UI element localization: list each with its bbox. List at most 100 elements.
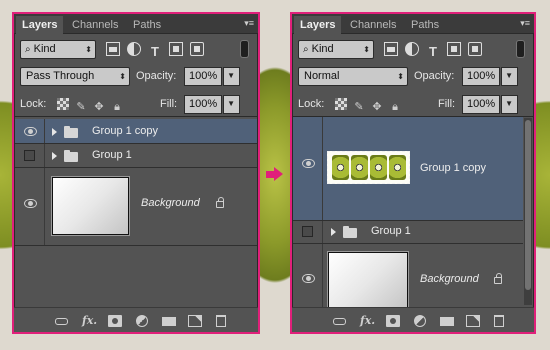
layer-name[interactable]: Background [141,197,200,209]
tab-paths[interactable]: Paths [127,16,167,34]
smart-object-filter-icon[interactable] [468,42,482,56]
filter-icons: T [384,40,489,59]
kind-filter-label: Kind [33,43,56,55]
adjustment-layer-icon[interactable] [414,315,426,327]
layer-name[interactable]: Background [420,273,479,285]
lock-position-icon[interactable]: ✥ [93,101,105,113]
tab-layers[interactable]: Layers [294,16,342,34]
adjustment-filter-icon[interactable] [405,42,419,56]
visibility-column [15,119,45,143]
type-filter-icon[interactable]: T [148,45,162,59]
trash-icon[interactable] [216,315,226,327]
chevron-down-icon: ▼ [227,71,235,80]
lock-all-icon[interactable]: 🔒︎ [111,101,123,113]
fill-label: Fill: [160,98,178,110]
trash-icon[interactable] [494,315,504,327]
text-layer-thumbnail [327,151,410,184]
fx-icon[interactable]: fx. [82,315,97,327]
layers-scrollbar[interactable] [524,118,532,305]
pixel-layer-filter-icon[interactable] [384,42,398,56]
layer-mask-icon[interactable] [386,315,400,327]
type-filter-icon[interactable]: T [426,45,440,59]
panel-menu-icon[interactable]: ▾≡ [514,17,530,29]
layers-panel-after: Layers Channels Paths ▾≡ ⌕ Kind ⬍ T Normal… [290,12,536,334]
expand-arrow-icon[interactable] [52,128,57,136]
lock-position-icon[interactable]: ✥ [371,101,383,113]
tab-paths[interactable]: Paths [405,16,445,34]
opacity-dropdown[interactable]: ▼ [501,67,518,86]
tab-layers[interactable]: Layers [16,16,64,34]
filter-row: ⌕ Kind ⬍ T [14,36,258,64]
eye-icon[interactable] [24,199,37,208]
lock-image-icon[interactable]: ✎ [75,101,87,113]
blend-mode-select[interactable]: Pass Through ⬍ [20,67,130,86]
lock-all-icon[interactable]: 🔒︎ [389,101,401,113]
visibility-off-box[interactable] [302,226,313,237]
shape-filter-icon[interactable] [447,42,461,56]
fill-input[interactable]: 100% [462,95,500,114]
chevron-down-icon: ▼ [505,99,513,108]
kind-filter-select[interactable]: ⌕ Kind ⬍ [20,40,96,59]
panel-bottom-bar: fx. [14,307,258,332]
fill-dropdown[interactable]: ▼ [501,95,518,114]
scrollbar-thumb[interactable] [525,120,531,290]
opacity-input[interactable]: 100% [462,67,500,86]
tab-channels[interactable]: Channels [344,16,402,34]
fill-dropdown[interactable]: ▼ [223,95,240,114]
layer-row-group-1-copy[interactable]: Group 1 copy [15,119,257,144]
eye-icon[interactable] [302,274,315,283]
layer-row-background[interactable]: Background [293,244,523,314]
lock-icons: ✎ ✥ 🔒︎ [57,98,129,113]
fx-icon[interactable]: fx. [360,315,375,327]
blend-mode-select[interactable]: Normal ⬍ [298,67,408,86]
layer-name[interactable]: Group 1 copy [420,162,486,174]
layer-row-background[interactable]: Background [15,168,257,246]
link-layers-icon[interactable] [332,315,346,327]
filter-toggle[interactable] [517,41,524,57]
panel-menu-icon[interactable]: ▾≡ [238,17,254,29]
shape-filter-icon[interactable] [169,42,183,56]
new-layer-icon[interactable] [188,315,202,327]
adjustment-filter-icon[interactable] [127,42,141,56]
visibility-off-box[interactable] [24,150,35,161]
group-folder-icon[interactable] [440,317,454,326]
group-folder-icon[interactable] [162,317,176,326]
layer-thumbnail [328,252,408,310]
layer-row-group-1[interactable]: Group 1 [293,221,523,244]
new-layer-icon[interactable] [466,315,480,327]
opacity-dropdown[interactable]: ▼ [223,67,240,86]
kind-filter-select[interactable]: ⌕ Kind ⬍ [298,40,374,59]
updown-icon: ⬍ [363,45,370,54]
visibility-column [15,144,45,167]
fill-input[interactable]: 100% [184,95,222,114]
expand-arrow-icon[interactable] [52,152,57,160]
chevron-down-icon: ▼ [505,71,513,80]
kiwi-letter [332,155,349,180]
layer-name[interactable]: Group 1 [92,149,132,161]
layers-list: Group 1 copy Group 1 Background [15,116,257,306]
filter-row: ⌕ Kind ⬍ T [292,36,534,64]
pixel-layer-filter-icon[interactable] [106,42,120,56]
lock-image-icon[interactable]: ✎ [353,101,365,113]
filter-toggle[interactable] [241,41,248,57]
layers-list: Group 1 copy Group 1 Background [293,116,533,314]
opacity-input[interactable]: 100% [184,67,222,86]
visibility-column [15,168,45,245]
expand-arrow-icon[interactable] [331,228,336,236]
smart-object-filter-icon[interactable] [190,42,204,56]
adjustment-layer-icon[interactable] [136,315,148,327]
layer-name[interactable]: Group 1 [371,225,411,237]
layer-mask-icon[interactable] [108,315,122,327]
tab-channels[interactable]: Channels [66,16,124,34]
panel-tabbar: Layers Channels Paths ▾≡ [14,14,258,34]
eye-icon[interactable] [24,127,37,136]
layer-row-group-1[interactable]: Group 1 [15,144,257,168]
blend-mode-value: Pass Through [26,70,95,82]
link-layers-icon[interactable] [54,315,68,327]
layer-name[interactable]: Group 1 copy [92,125,158,137]
lock-transparent-icon[interactable] [57,98,69,110]
eye-icon[interactable] [302,159,315,168]
folder-icon [343,226,357,238]
layer-row-group-1-copy[interactable]: Group 1 copy [293,117,523,221]
lock-transparent-icon[interactable] [335,98,347,110]
